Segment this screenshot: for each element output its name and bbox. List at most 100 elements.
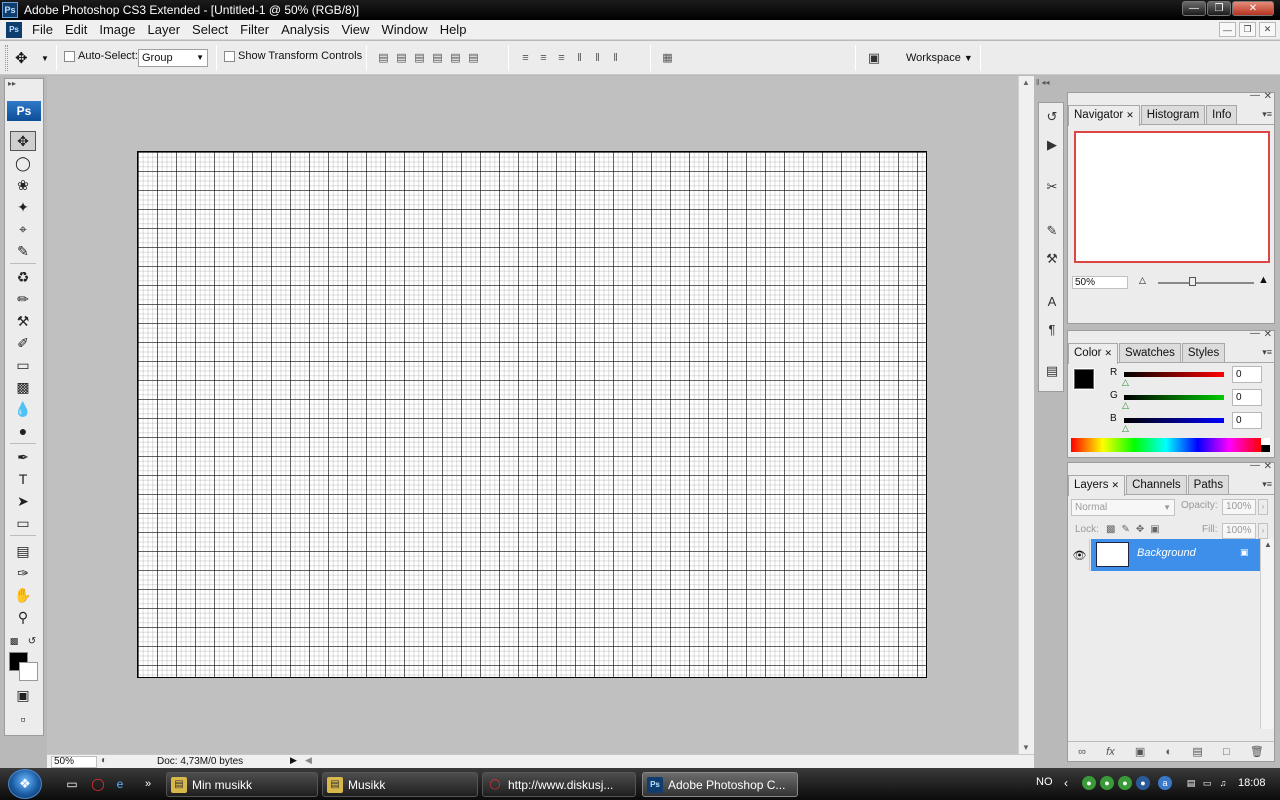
new-layer-icon[interactable]: □ — [1223, 746, 1230, 758]
document-icon[interactable]: Ps — [6, 21, 22, 38]
red-slider[interactable] — [1124, 372, 1224, 377]
move-tool-icon[interactable]: ✥ — [10, 131, 36, 151]
panel-menu-icon[interactable]: ▾≡ — [1262, 109, 1272, 120]
taskbar-item-active[interactable]: Ps Adobe Photoshop C... — [642, 772, 798, 797]
panel-menu-icon[interactable]: ▾≡ — [1262, 347, 1272, 358]
show-transform-checkbox[interactable] — [224, 51, 235, 62]
align-bottom-icon[interactable]: ▤ — [412, 50, 427, 65]
tab-paths[interactable]: Paths — [1187, 475, 1230, 494]
menu-analysis[interactable]: Analysis — [275, 20, 335, 40]
quick-mask-icon[interactable]: ▣ — [10, 685, 36, 705]
workspace-menu[interactable]: Workspace ▼ — [898, 47, 980, 69]
menu-select[interactable]: Select — [186, 20, 234, 40]
lock-transparent-icon[interactable]: ▩ — [1106, 524, 1115, 535]
align-left-icon[interactable]: ▤ — [430, 50, 445, 65]
layer-row[interactable]: 👁 Background ▣ — [1070, 539, 1274, 571]
eye-icon[interactable]: 👁 — [1070, 539, 1090, 571]
minimize-panel-icon[interactable]: — — [1250, 328, 1260, 339]
align-right-icon[interactable]: ▤ — [466, 50, 481, 65]
slider-handle[interactable]: △ — [1122, 423, 1129, 434]
swap-colors-icon[interactable]: ↺ — [25, 631, 39, 651]
document-canvas[interactable] — [137, 151, 927, 678]
pen-icon[interactable]: ✒ — [10, 447, 36, 467]
background-color-swatch[interactable] — [19, 662, 38, 681]
menu-filter[interactable]: Filter — [234, 20, 275, 40]
auto-select-dropdown[interactable]: Group ▼ — [138, 49, 208, 67]
navigator-preview[interactable] — [1074, 131, 1270, 263]
hand-icon[interactable]: ✋ — [10, 585, 36, 605]
layers-scrollbar[interactable]: ▲ — [1260, 539, 1274, 729]
zoom-level-field[interactable]: 50% — [51, 756, 97, 768]
close-tab-icon[interactable]: ✕ — [1126, 110, 1134, 120]
close-tab-icon[interactable]: ✕ — [1104, 348, 1112, 358]
crop-icon[interactable]: ⌖ — [10, 219, 36, 239]
network-status-icon[interactable]: ● — [1082, 776, 1096, 790]
doc-minimize-button[interactable]: — — [1219, 22, 1236, 37]
messenger-icon[interactable]: a — [1158, 776, 1172, 790]
scroll-left-icon[interactable]: ◀ — [305, 755, 312, 766]
red-value-field[interactable]: 0 — [1232, 366, 1262, 383]
navigator-zoom-field[interactable]: 50% — [1072, 276, 1128, 289]
clone-source-icon[interactable]: ⚒ — [1042, 249, 1062, 269]
close-button[interactable]: ✕ — [1232, 1, 1274, 16]
link-layers-icon[interactable]: ∞ — [1078, 746, 1086, 758]
tab-info[interactable]: Info — [1206, 105, 1238, 124]
color-spectrum-ramp[interactable] — [1071, 438, 1261, 452]
screen-mode-icon[interactable]: ▫ — [10, 709, 36, 729]
new-group-icon[interactable]: ▤ — [1192, 745, 1202, 758]
minimize-panel-icon[interactable]: — — [1250, 460, 1260, 471]
status-info-icon[interactable]: ◐ — [101, 755, 113, 767]
menu-window[interactable]: Window — [375, 20, 433, 40]
doc-close-button[interactable]: ✕ — [1259, 22, 1276, 37]
menu-image[interactable]: Image — [93, 20, 141, 40]
elliptical-marquee-icon[interactable]: ◯ — [10, 153, 36, 173]
eraser-icon[interactable]: ▭ — [10, 355, 36, 375]
panel-menu-icon[interactable]: ▾≡ — [1262, 479, 1272, 490]
paragraph-panel-icon[interactable]: ¶ — [1042, 319, 1062, 339]
bridge-icon[interactable]: ▣ — [862, 48, 886, 68]
magic-wand-icon[interactable]: ✦ — [10, 197, 36, 217]
black-white-ramp[interactable] — [1261, 438, 1270, 452]
distribute-right-icon[interactable]: ‖ — [608, 50, 623, 65]
layer-comps-icon[interactable]: ▤ — [1042, 361, 1062, 381]
menu-edit[interactable]: Edit — [59, 20, 93, 40]
volume-icon[interactable]: ♫ — [1216, 776, 1230, 790]
auto-select-checkbox[interactable] — [64, 51, 75, 62]
tab-histogram[interactable]: Histogram — [1140, 105, 1206, 124]
healing-brush-icon[interactable]: ♻ — [10, 267, 36, 287]
navigator-zoom-slider[interactable] — [1158, 282, 1254, 284]
close-panel-icon[interactable]: ✕ — [1264, 461, 1272, 472]
slider-handle[interactable]: △ — [1122, 377, 1129, 388]
slider-handle[interactable] — [1189, 277, 1196, 286]
lock-all-icon[interactable]: ▣ — [1150, 524, 1159, 535]
tool-preset-picker[interactable]: ✥ ▼ — [15, 49, 49, 67]
doc-restore-button[interactable]: ❐ — [1239, 22, 1256, 37]
distribute-hcenter-icon[interactable]: ‖ — [590, 50, 605, 65]
layer-row-selected[interactable]: Background ▣ — [1091, 539, 1260, 571]
history-panel-icon[interactable]: ↺ — [1042, 107, 1062, 127]
show-desktop-icon[interactable]: ▭ — [64, 776, 80, 792]
safely-remove-icon[interactable]: ▤ — [1184, 776, 1198, 790]
zoom-in-icon[interactable]: ▲ — [1258, 274, 1269, 286]
fill-slider-arrow-icon[interactable]: › — [1258, 523, 1268, 539]
zoom-out-icon[interactable]: △ — [1139, 275, 1146, 286]
path-selection-icon[interactable]: ➤ — [10, 491, 36, 511]
history-brush-icon[interactable]: ✐ — [10, 333, 36, 353]
antivirus-icon[interactable]: ● — [1118, 776, 1132, 790]
default-colors-icon[interactable]: ▩ — [7, 631, 21, 651]
clone-stamp-icon[interactable]: ⚒ — [10, 311, 36, 331]
photoshop-app-icon[interactable]: Ps — [2, 2, 18, 18]
photoshop-logo[interactable]: Ps — [7, 101, 41, 121]
taskbar-item[interactable]: ◯ http://www.diskusj... — [482, 772, 636, 797]
close-panel-icon[interactable]: ✕ — [1264, 91, 1272, 102]
opacity-slider-arrow-icon[interactable]: › — [1258, 499, 1268, 515]
lock-position-icon[interactable]: ✥ — [1136, 524, 1144, 535]
tab-styles[interactable]: Styles — [1181, 343, 1226, 362]
character-panel-icon[interactable]: A — [1042, 291, 1062, 311]
menu-file[interactable]: File — [26, 20, 59, 40]
opacity-field[interactable]: 100% — [1222, 499, 1256, 515]
green-value-field[interactable]: 0 — [1232, 389, 1262, 406]
green-slider[interactable] — [1124, 395, 1224, 400]
dock-grip[interactable]: ‖ ◂◂ — [1036, 78, 1066, 90]
actions-panel-icon[interactable]: ▶ — [1042, 135, 1062, 155]
